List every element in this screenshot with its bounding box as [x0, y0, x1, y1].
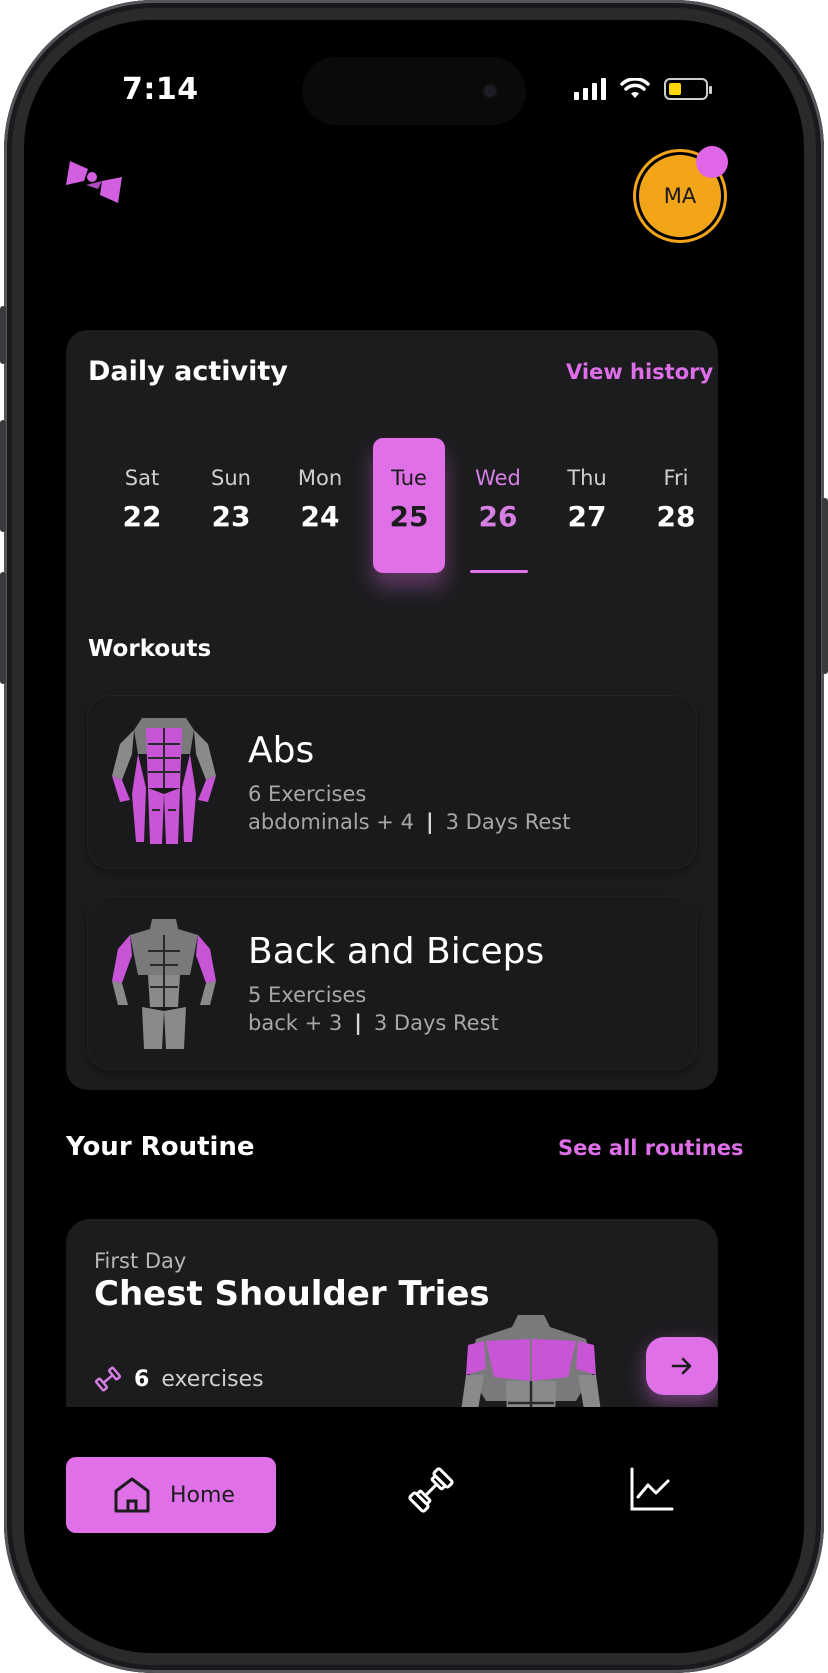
workout-rest: 3 Days Rest: [373, 1011, 499, 1035]
workout-exercises: 6 Exercises: [248, 782, 367, 806]
day-mon[interactable]: Mon 24: [284, 438, 356, 573]
today-underline: [470, 570, 528, 573]
bottom-nav: Home: [24, 1407, 804, 1653]
exercises-count: 6: [134, 1366, 150, 1392]
workout-muscles: abdominals + 4: [248, 810, 414, 834]
exercises-label: exercises: [161, 1366, 264, 1392]
notification-dot: [696, 146, 728, 178]
start-routine-button[interactable]: [646, 1337, 718, 1395]
home-icon: [114, 1477, 150, 1513]
volume-down-button: [0, 572, 6, 684]
app-logo: [66, 161, 122, 203]
volume-up-button: [0, 420, 6, 532]
your-routine-title: Your Routine: [66, 1132, 255, 1162]
power-button: [822, 498, 828, 674]
view-history-link[interactable]: View history: [566, 360, 713, 384]
workout-card-abs[interactable]: Abs 6 Exercises abdominals + 4 | 3 Days …: [88, 696, 696, 868]
routine-exercises-row: 6 exercises: [94, 1365, 264, 1393]
day-sun[interactable]: Sun 23: [195, 438, 267, 573]
chart-icon[interactable]: [626, 1465, 676, 1515]
dumbbell-icon: [94, 1366, 122, 1392]
action-button: [0, 306, 6, 364]
meta-separator: |: [425, 810, 434, 834]
workout-meta: abdominals + 4 | 3 Days Rest: [248, 810, 570, 834]
workout-rest: 3 Days Rest: [445, 810, 571, 834]
abs-muscle-icon: [112, 718, 216, 844]
day-fri[interactable]: Fri 28: [640, 438, 712, 573]
dynamic-island: [302, 57, 526, 125]
day-wed-today[interactable]: Wed 26: [462, 438, 534, 573]
back-biceps-muscle-icon: [112, 919, 216, 1049]
wifi-icon: [620, 78, 650, 98]
workout-muscles: back + 3: [248, 1011, 343, 1035]
camera-icon: [484, 85, 496, 97]
arrow-right-icon: [671, 1357, 692, 1375]
workout-title: Back and Biceps: [248, 931, 545, 972]
battery-icon: [664, 78, 712, 100]
routine-day-label: First Day: [94, 1249, 187, 1273]
see-all-routines-link[interactable]: See all routines: [558, 1136, 743, 1160]
meta-separator: |: [354, 1011, 362, 1035]
status-time: 7:14: [122, 72, 199, 107]
signal-icon: [574, 78, 606, 100]
day-tue-selected[interactable]: Tue 25: [373, 438, 445, 573]
daily-activity-title: Daily activity: [88, 356, 288, 387]
day-selector: Sat 22 Sun 23 Mon 24 Tue 25 Wed 26 Thu 27 Fri 2…: [86, 438, 698, 576]
workout-card-back-biceps[interactable]: Back and Biceps 5 Exercises back + 3 | 3…: [88, 897, 696, 1069]
dumbbell-icon[interactable]: [406, 1465, 456, 1515]
day-sat[interactable]: Sat 22: [106, 438, 178, 573]
avatar-initials: MA: [663, 184, 697, 208]
day-thu[interactable]: Thu 27: [551, 438, 623, 573]
routine-title: Chest Shoulder Tries: [94, 1274, 490, 1314]
workouts-label: Workouts: [88, 636, 212, 662]
nav-home-tab[interactable]: Home: [66, 1457, 276, 1533]
workout-title: Abs: [248, 730, 315, 771]
workout-meta: back + 3 | 3 Days Rest: [248, 1011, 499, 1035]
phone-frame: 7:14 MA Daily activity View history Sat …: [0, 0, 828, 1673]
daily-activity-card: Daily activity View history Sat 22 Sun 23 …: [66, 330, 718, 1090]
nav-home-label: Home: [170, 1482, 235, 1508]
workout-exercises: 5 Exercises: [248, 983, 367, 1007]
status-icons: [574, 78, 712, 100]
screen: 7:14 MA Daily activity View history Sat …: [24, 20, 804, 1653]
